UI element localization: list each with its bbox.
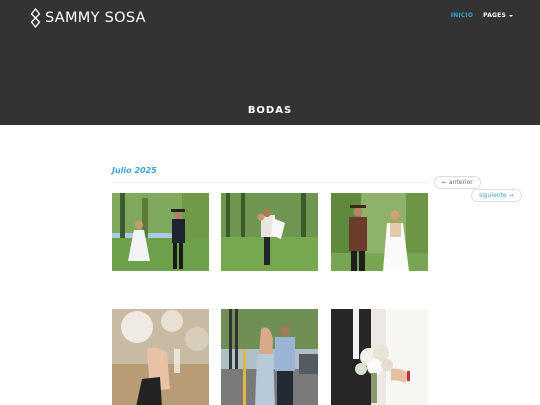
wedding-photo-hands-icon [331, 193, 428, 271]
chevron-down-icon [509, 14, 513, 17]
page-title: BODAS [247, 105, 293, 116]
main-nav: INICIO PAGES [451, 12, 513, 19]
wedding-photo-embrace-icon [221, 309, 318, 405]
gallery-photo-3[interactable] [331, 193, 428, 271]
nav-link-pages-label: PAGES [483, 12, 506, 19]
wedding-photo-toast-icon [112, 309, 209, 405]
site-brand: SAMMY SOSA [45, 10, 146, 26]
wedding-photo-dip-icon [221, 193, 318, 271]
gallery-photo-6[interactable] [331, 309, 428, 405]
site-logo[interactable]: SAMMY SOSA [30, 8, 146, 28]
logo-mark-icon [30, 8, 41, 28]
gallery-photo-5[interactable] [221, 309, 318, 405]
next-page-button[interactable]: siguiente → [471, 189, 522, 202]
wedding-photo-bouquet-icon [331, 309, 428, 405]
gallery-photo-2[interactable] [221, 193, 318, 271]
archive-heading[interactable]: Julio 2025 [112, 166, 157, 175]
page: SAMMY SOSA INICIO PAGES BODAS Julio 2025… [0, 0, 540, 405]
wedding-photo-dance-icon [112, 193, 209, 271]
nav-link-inicio[interactable]: INICIO [451, 12, 473, 19]
previous-page-button[interactable]: ← anterior [434, 176, 481, 189]
gallery-photo-4[interactable] [112, 309, 209, 405]
nav-link-pages[interactable]: PAGES [483, 12, 513, 19]
gallery-photo-1[interactable] [112, 193, 209, 271]
divider [112, 182, 428, 183]
header: SAMMY SOSA INICIO PAGES BODAS [0, 0, 540, 125]
